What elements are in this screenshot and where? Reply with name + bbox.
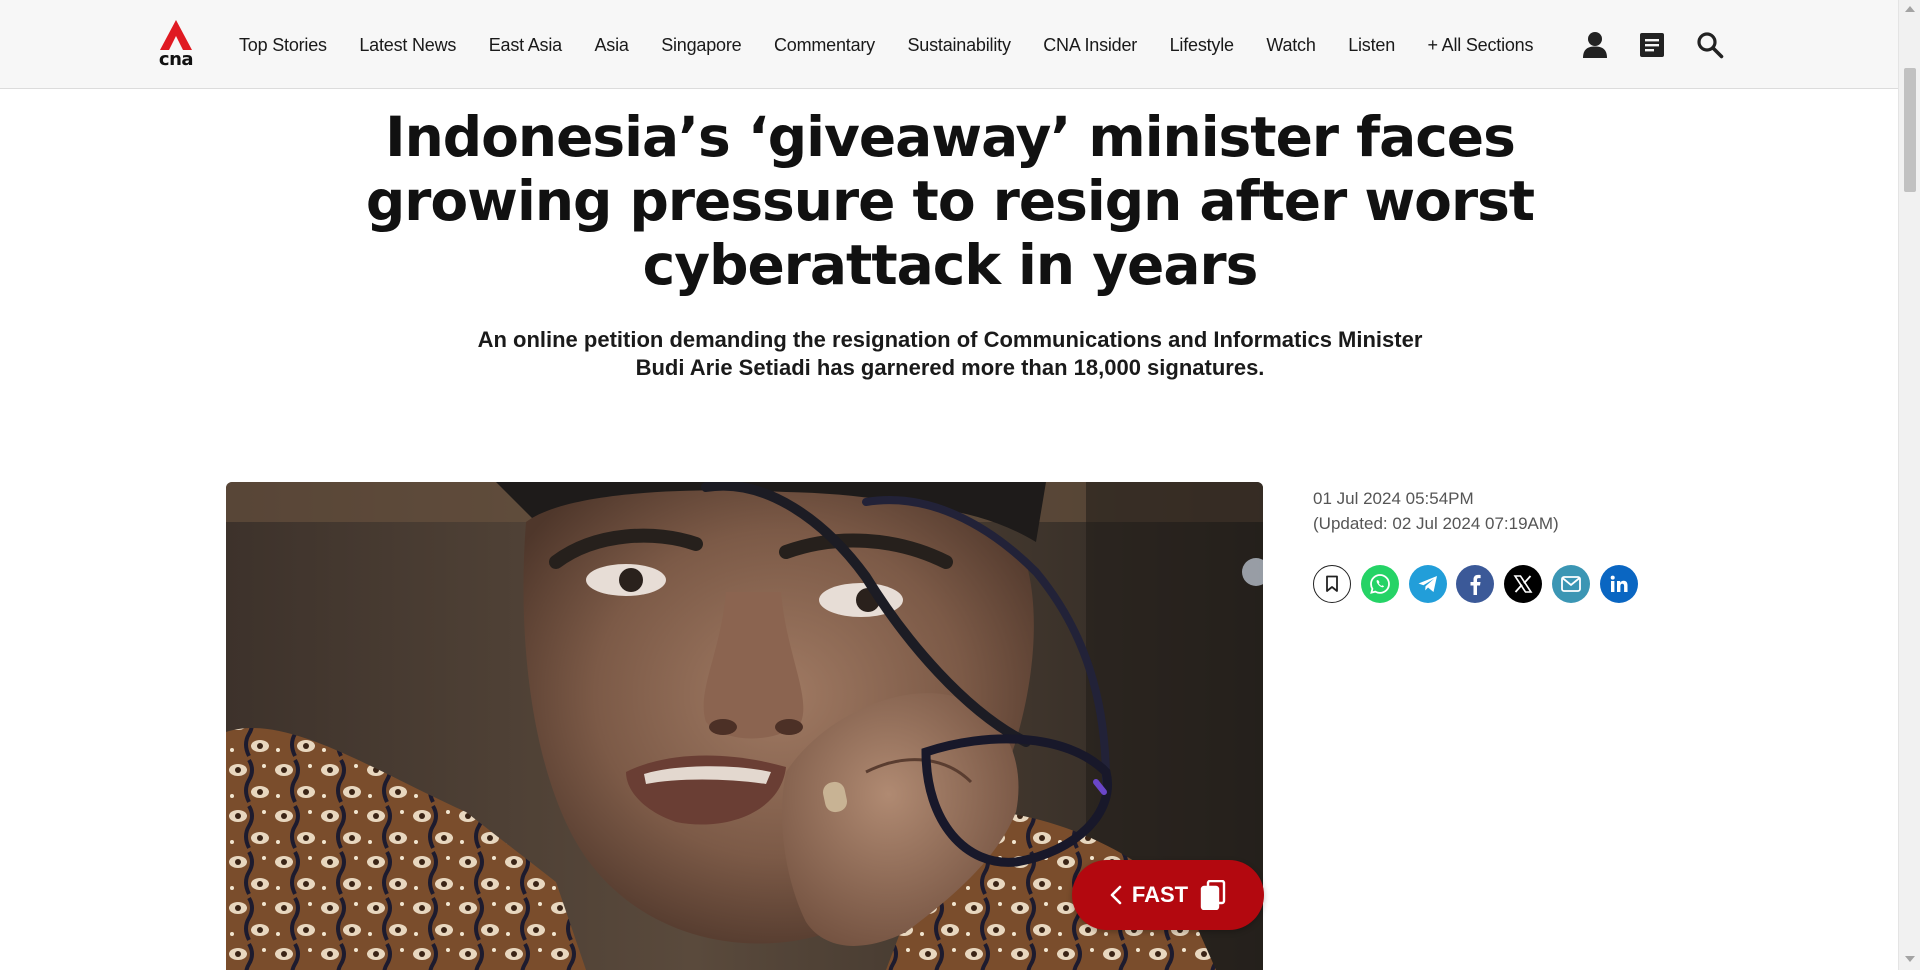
nav-lifestyle[interactable]: Lifestyle xyxy=(1170,35,1234,56)
fast-button[interactable]: FAST xyxy=(1072,860,1264,930)
chevron-left-icon xyxy=(1110,885,1122,905)
nav-sustainability[interactable]: Sustainability xyxy=(907,35,1010,56)
document-icon[interactable] xyxy=(1638,30,1666,60)
scroll-down-arrow-icon[interactable] xyxy=(1905,956,1915,962)
nav-latest-news[interactable]: Latest News xyxy=(359,35,456,56)
article-meta: 01 Jul 2024 05:54PM (Updated: 02 Jul 202… xyxy=(1313,486,1559,536)
updated-date: (Updated: 02 Jul 2024 07:19AM) xyxy=(1313,514,1559,533)
fast-button-label: FAST xyxy=(1131,882,1189,907)
scrollbar-thumb[interactable] xyxy=(1904,68,1916,192)
bookmark-icon[interactable] xyxy=(1313,565,1351,603)
nav-all-sections[interactable]: + All Sections xyxy=(1428,35,1534,56)
nav-east-asia[interactable]: East Asia xyxy=(489,35,562,56)
email-icon[interactable] xyxy=(1551,565,1590,603)
user-icon[interactable] xyxy=(1581,30,1609,60)
nav-listen[interactable]: Listen xyxy=(1348,35,1395,56)
logo-text: cna xyxy=(158,49,194,70)
x-icon[interactable] xyxy=(1504,565,1543,603)
search-icon[interactable] xyxy=(1696,30,1724,60)
nav-singapore[interactable]: Singapore xyxy=(661,35,741,56)
site-header: cna Top Stories Latest News East Asia As… xyxy=(0,0,1898,89)
share-bar xyxy=(1313,565,1648,603)
cna-logo-mark xyxy=(160,20,192,50)
whatsapp-icon[interactable] xyxy=(1360,565,1399,603)
telegram-icon[interactable] xyxy=(1408,565,1447,603)
cards-icon xyxy=(1200,880,1226,910)
scroll-up-arrow-icon[interactable] xyxy=(1905,6,1915,12)
article-headline: Indonesia’s ‘giveaway’ minister faces gr… xyxy=(365,105,1535,297)
page-scrollbar[interactable] xyxy=(1898,0,1920,970)
cna-logo[interactable]: cna xyxy=(158,20,194,70)
nav-watch[interactable]: Watch xyxy=(1266,35,1316,56)
nav-top-stories[interactable]: Top Stories xyxy=(239,35,327,56)
facebook-icon[interactable] xyxy=(1456,565,1495,603)
linkedin-icon[interactable] xyxy=(1599,565,1638,603)
published-date: 01 Jul 2024 05:54PM xyxy=(1313,489,1474,508)
nav-asia[interactable]: Asia xyxy=(594,35,628,56)
nav-cna-insider[interactable]: CNA Insider xyxy=(1043,35,1137,56)
main-nav: Top Stories Latest News East Asia Asia S… xyxy=(239,28,1533,62)
nav-commentary[interactable]: Commentary xyxy=(774,35,875,56)
article-standfirst: An online petition demanding the resigna… xyxy=(477,327,1423,380)
